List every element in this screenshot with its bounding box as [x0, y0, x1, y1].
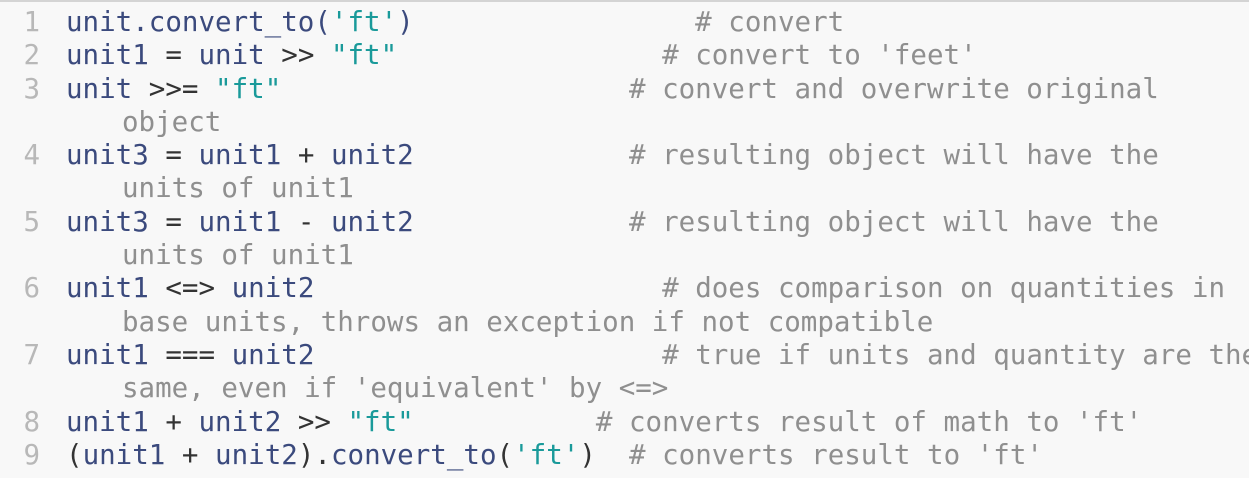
line-number: 5	[23, 205, 40, 238]
code-token: unit2	[198, 405, 282, 438]
code-text: unit3 = unit1 + unit2 # resulting object…	[66, 139, 1249, 172]
code-token: unit	[198, 39, 265, 72]
code-operator: =	[148, 39, 199, 72]
code-punctuation: ).	[297, 438, 331, 471]
code-token: unit.convert_to(	[66, 6, 331, 38]
code-token: )	[397, 6, 414, 38]
code-spacer	[414, 6, 695, 38]
code-spacer	[281, 73, 629, 105]
code-line-4: 4 unit3 = unit1 + unit2 # resulting obje…	[0, 139, 1249, 172]
code-punctuation: (	[66, 438, 83, 471]
code-text: unit3 = unit1 - unit2 # resulting object…	[66, 206, 1249, 239]
code-spacer	[314, 339, 662, 371]
code-token: unit2	[231, 272, 315, 305]
code-spacer	[414, 139, 629, 171]
code-comment-continuation: units of unit1	[122, 239, 354, 272]
code-token: unit2	[215, 438, 298, 471]
code-text: unit1 = unit >> "ft" # convert to 'feet'	[66, 39, 1249, 72]
code-token: unit2	[330, 205, 414, 238]
code-line-9: 9 (unit1 + unit2).convert_to('ft') # con…	[0, 439, 1249, 472]
line-number: 9	[23, 438, 40, 471]
string-literal: 'ft'	[330, 6, 398, 38]
code-comment-continuation: object	[122, 105, 222, 138]
code-comment: # converts result of math to 'ft'	[595, 405, 1143, 438]
code-line-3: 3 unit >>= "ft" # convert and overwrite …	[0, 73, 1249, 106]
code-line-8: 8 unit1 + unit2 >> "ft" # converts resul…	[0, 406, 1249, 439]
code-comment: # convert	[695, 6, 845, 38]
code-token: unit2	[231, 338, 315, 371]
code-comment: # convert to 'feet'	[662, 39, 977, 72]
string-literal: "ft"	[330, 39, 398, 72]
string-literal: "ft"	[215, 72, 282, 105]
code-line-5: 5 unit3 = unit1 - unit2 # resulting obje…	[0, 206, 1249, 239]
code-comment: # convert and overwrite original	[628, 72, 1159, 105]
code-operator: >>=	[132, 72, 216, 105]
line-number: 2	[23, 39, 40, 72]
code-operator: -	[281, 205, 331, 238]
code-text: unit >>= "ft" # convert and overwrite or…	[66, 73, 1249, 106]
code-operator: =	[148, 139, 199, 172]
code-token: unit1	[198, 205, 282, 238]
code-text: unit.convert_to('ft') # convert	[66, 6, 1249, 39]
code-comment-continuation: base units, throws an exception if not c…	[122, 305, 934, 338]
line-number: 7	[23, 338, 40, 371]
code-operator: =	[148, 205, 199, 238]
code-spacer	[596, 439, 629, 471]
string-literal: "ft"	[347, 405, 414, 438]
code-line-7: 7 unit1 === unit2 # true if units and qu…	[0, 339, 1249, 372]
code-token: unit1	[66, 39, 149, 72]
code-line-6: 6 unit1 <=> unit2 # does comparison on q…	[0, 272, 1249, 305]
code-operator: +	[165, 438, 216, 471]
line-number: 4	[23, 139, 40, 172]
code-token: unit	[66, 72, 133, 105]
code-punctuation: )	[579, 438, 596, 471]
line-number: 1	[23, 6, 40, 38]
code-text: unit1 + unit2 >> "ft" # converts result …	[66, 406, 1249, 439]
line-number: 8	[23, 405, 40, 438]
code-comment: # resulting object will have the	[628, 139, 1159, 172]
code-comment-continuation: units of unit1	[122, 172, 354, 205]
code-line-2: 2 unit1 = unit >> "ft" # convert to 'fee…	[0, 39, 1249, 72]
code-text: unit1 === unit2 # true if units and quan…	[66, 339, 1249, 372]
code-token: convert_to	[330, 438, 497, 471]
code-token: unit1	[82, 438, 166, 471]
code-spacer	[314, 272, 662, 304]
code-token: unit3	[66, 205, 149, 238]
code-operator: +	[281, 139, 331, 172]
code-spacer	[414, 206, 629, 238]
code-comment: # true if units and quantity are the	[662, 338, 1249, 371]
code-comment: # resulting object will have the	[628, 205, 1159, 238]
line-number: 6	[23, 272, 40, 305]
code-comment-continuation: same, even if 'equivalent' by <=>	[122, 372, 669, 405]
code-operator: >>	[281, 405, 348, 438]
code-comment: # does comparison on quantities in	[662, 272, 1225, 305]
code-operator: >>	[264, 39, 331, 72]
code-text: unit1 <=> unit2 # does comparison on qua…	[66, 272, 1249, 305]
code-line-1: 1 unit.convert_to('ft') # convert	[0, 6, 1249, 39]
code-punctuation: (	[496, 438, 514, 471]
code-token: unit1	[66, 272, 149, 305]
code-operator: <=>	[148, 272, 232, 305]
code-spacer	[414, 406, 596, 438]
code-spacer	[397, 39, 662, 71]
code-token: unit1	[66, 405, 149, 438]
string-literal: 'ft'	[513, 438, 580, 471]
code-comment: # converts result to 'ft'	[629, 438, 1043, 471]
code-token: unit3	[66, 139, 149, 172]
code-block: 1 unit.convert_to('ft') # convert 2 unit…	[0, 0, 1249, 478]
code-token: unit1	[66, 338, 149, 371]
line-number: 3	[23, 72, 40, 105]
code-token: unit1	[198, 139, 282, 172]
code-operator: ===	[148, 338, 232, 371]
code-token: unit2	[330, 139, 414, 172]
code-operator: +	[148, 405, 199, 438]
code-text: (unit1 + unit2).convert_to('ft') # conve…	[66, 439, 1249, 472]
